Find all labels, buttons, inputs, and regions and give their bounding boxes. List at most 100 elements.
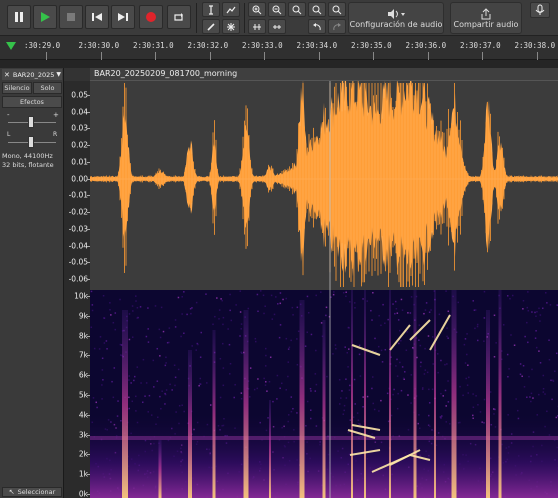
pan-slider-thumb[interactable] bbox=[28, 136, 34, 148]
pause-button[interactable] bbox=[7, 5, 31, 29]
play-button[interactable] bbox=[33, 5, 57, 29]
spectrogram-noise bbox=[472, 393, 474, 395]
spectrogram-frequency-scale[interactable]: 10k 9k 8k 7k 6k 5k 4k 3k 2k 1k 0k bbox=[64, 290, 90, 498]
spectrogram-noise bbox=[492, 408, 495, 410]
spectrogram-noise bbox=[418, 324, 421, 326]
spectrogram-noise bbox=[240, 392, 243, 394]
skip-to-start-button[interactable] bbox=[85, 5, 109, 29]
spectrogram-noise bbox=[279, 292, 282, 294]
close-track-icon[interactable]: ✕ bbox=[4, 71, 10, 79]
waveform-view[interactable] bbox=[89, 70, 558, 290]
draw-tool[interactable] bbox=[202, 19, 220, 34]
mute-button[interactable]: Silencio bbox=[2, 82, 32, 94]
spectrogram-noise bbox=[407, 312, 409, 314]
effects-button[interactable]: Efectos bbox=[2, 96, 62, 108]
spectrogram-noise bbox=[314, 390, 317, 392]
spectrogram-noise bbox=[101, 357, 104, 360]
solo-button[interactable]: Solo bbox=[33, 82, 62, 94]
redo-button[interactable] bbox=[328, 19, 346, 34]
spectrogram-noise bbox=[421, 388, 424, 390]
silence-button[interactable] bbox=[268, 19, 286, 34]
ruler-tick-label: 2:30:30.0 bbox=[78, 41, 120, 50]
fit-project-button[interactable] bbox=[308, 2, 326, 17]
spectrogram-noise bbox=[186, 313, 188, 316]
spectrogram-noise bbox=[249, 367, 252, 369]
spectrogram-noise bbox=[212, 323, 214, 326]
spectrogram-noise bbox=[96, 406, 98, 409]
microphone-button[interactable] bbox=[530, 2, 550, 18]
zoom-out-button[interactable] bbox=[268, 2, 286, 17]
spectrogram-noise bbox=[382, 303, 384, 306]
play-head-marker-icon[interactable] bbox=[5, 41, 17, 51]
audio-setup-label: Configuración de audio bbox=[349, 19, 443, 29]
spectrogram-noise bbox=[209, 404, 212, 406]
spectrogram-graph[interactable] bbox=[90, 290, 558, 498]
waveform-amplitude-scale[interactable]: 0.05 0.04 0.03 0.02 0.01 0.00 -0.01 -0.02 -0.03 -… bbox=[64, 81, 90, 290]
spectrogram-noise bbox=[445, 290, 447, 292]
spectrogram-noise bbox=[401, 309, 404, 311]
spectrogram-noise bbox=[180, 335, 182, 338]
spectrogram-noise bbox=[475, 395, 477, 397]
spectrogram-noise bbox=[396, 312, 399, 314]
spectrogram-view[interactable] bbox=[90, 290, 558, 498]
spectrogram-noise bbox=[400, 389, 403, 392]
multi-tool[interactable] bbox=[222, 19, 240, 34]
spectrogram-noise bbox=[177, 368, 180, 371]
spectrogram-noise bbox=[538, 350, 540, 352]
waveform-graph[interactable] bbox=[89, 70, 558, 290]
spectrogram-noise bbox=[395, 365, 397, 367]
skip-to-end-button[interactable] bbox=[111, 5, 135, 29]
record-icon bbox=[146, 12, 156, 22]
spectrogram-noise bbox=[142, 358, 145, 361]
timeline-ruler[interactable]: :30:29.0 2:30:30.0 2:30:31.0 2:30:32.0 2:30:… bbox=[0, 36, 558, 60]
fit-selection-button[interactable] bbox=[288, 2, 306, 17]
spectrogram-noise bbox=[139, 306, 142, 308]
undo-button[interactable] bbox=[308, 19, 326, 34]
spectrogram-noise bbox=[380, 324, 382, 327]
spectrogram-noise bbox=[548, 339, 550, 341]
spectrogram-noise bbox=[314, 373, 317, 375]
envelope-tool[interactable] bbox=[222, 2, 240, 17]
spectrogram-noise bbox=[178, 404, 181, 407]
spectrogram-noise bbox=[264, 384, 267, 386]
spectrogram-noise bbox=[273, 313, 276, 316]
zoom-toggle-button[interactable] bbox=[328, 2, 346, 17]
spectrogram-noise bbox=[371, 319, 373, 321]
spectrogram-noise bbox=[444, 363, 446, 366]
gain-slider-thumb[interactable] bbox=[28, 116, 34, 128]
audio-setup-button[interactable]: Configuración de audio bbox=[348, 2, 444, 34]
spectrogram-noise bbox=[524, 335, 526, 338]
spectrogram-noise bbox=[315, 294, 317, 297]
spectrogram-noise bbox=[374, 337, 376, 340]
zoom-in-button[interactable] bbox=[248, 2, 266, 17]
spectrogram-noise bbox=[132, 310, 134, 312]
spectrogram-noise bbox=[483, 290, 486, 293]
spectrogram-noise bbox=[309, 387, 312, 390]
spectrogram-noise bbox=[279, 387, 281, 390]
record-button[interactable] bbox=[139, 5, 163, 29]
selection-tool[interactable] bbox=[202, 2, 220, 17]
spectrogram-noise bbox=[320, 291, 322, 293]
zoom-fit-selection-icon bbox=[292, 5, 302, 14]
clip-header[interactable]: BAR20_20250209_081700_morning bbox=[90, 68, 558, 81]
track-name-bar[interactable]: ✕ BAR20_2025 ▼ bbox=[2, 69, 62, 80]
spectrogram-noise bbox=[423, 373, 426, 375]
spectrogram-noise bbox=[400, 298, 403, 301]
trim-button[interactable] bbox=[248, 19, 266, 34]
stop-button[interactable] bbox=[59, 5, 83, 29]
loop-button[interactable] bbox=[167, 5, 191, 29]
spectrogram-streak bbox=[122, 310, 128, 498]
spectrogram-noise bbox=[287, 361, 290, 363]
spectrogram-noise bbox=[353, 302, 356, 304]
spectrogram-noise bbox=[348, 389, 351, 391]
share-audio-button[interactable]: Compartir audio bbox=[450, 2, 522, 34]
select-track-button[interactable]: ↖ Seleccionar bbox=[2, 487, 62, 497]
spectrogram-noise bbox=[399, 361, 401, 364]
spectrogram-noise bbox=[531, 368, 533, 371]
spectrogram-noise bbox=[445, 405, 447, 407]
spectrogram-noise bbox=[542, 391, 545, 393]
spectrogram-noise bbox=[506, 353, 509, 356]
spectrogram-noise bbox=[440, 359, 442, 362]
spectrogram-noise bbox=[526, 306, 529, 309]
track-menu-chevron-icon[interactable]: ▼ bbox=[56, 71, 61, 78]
